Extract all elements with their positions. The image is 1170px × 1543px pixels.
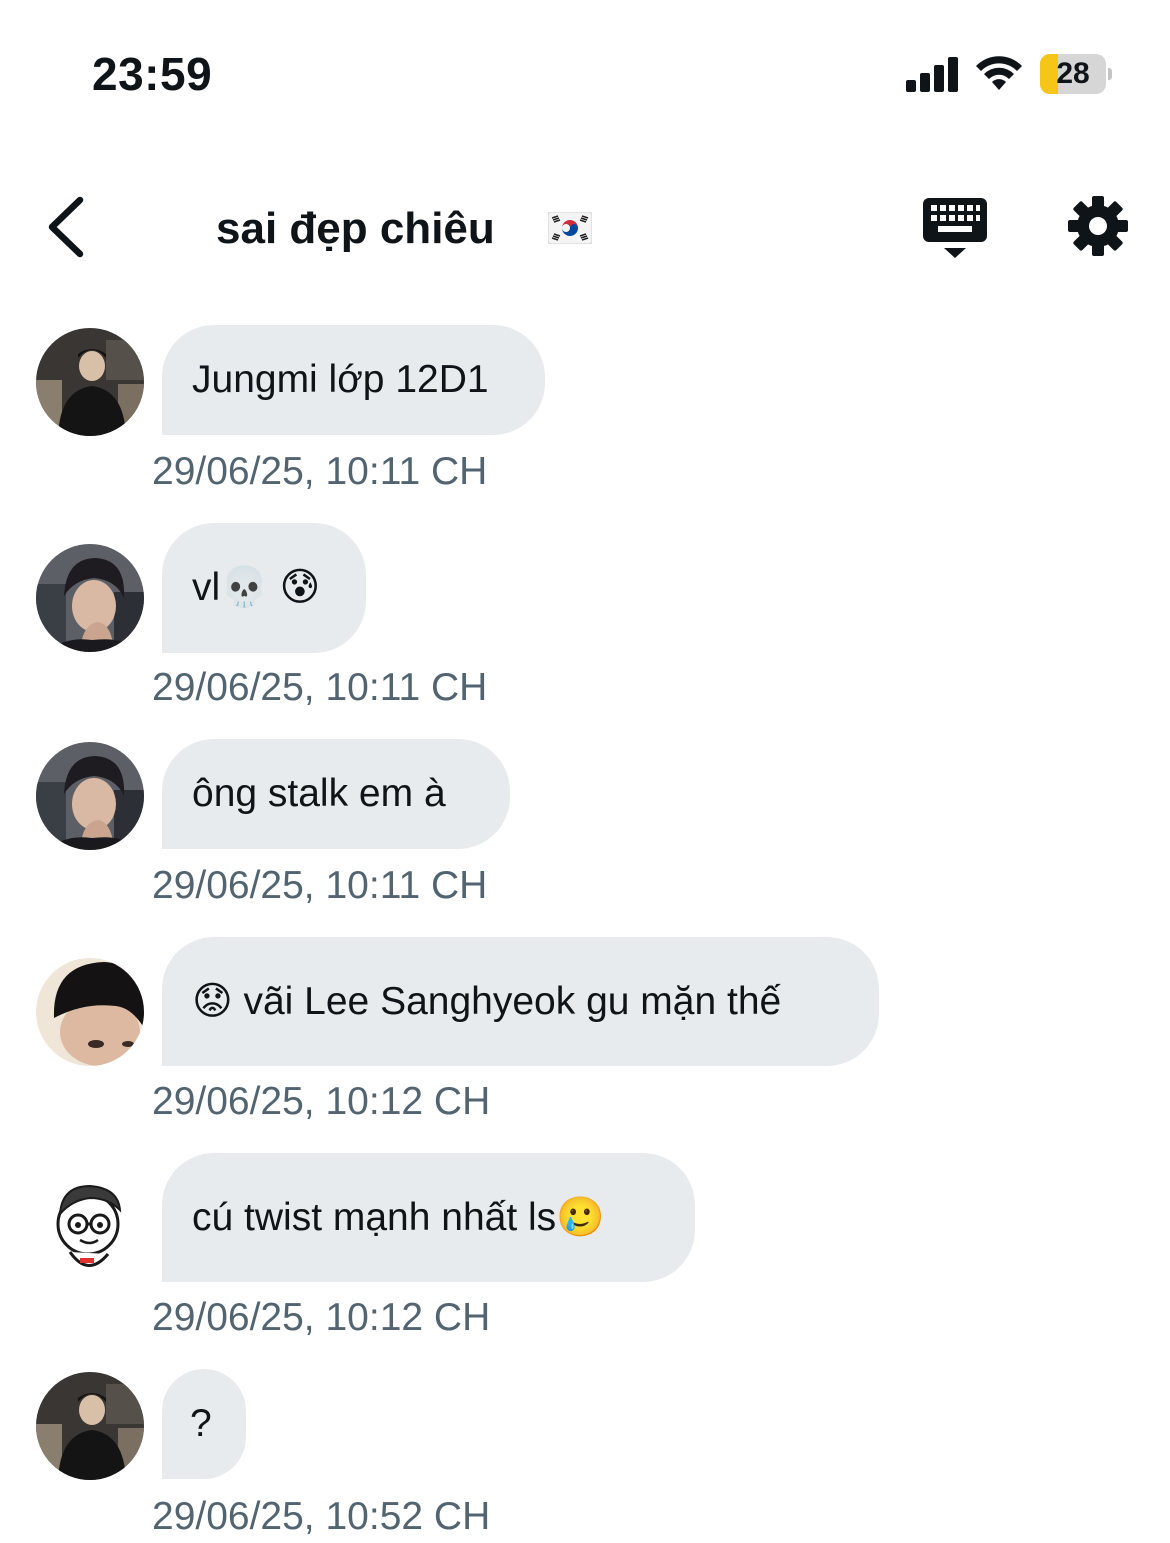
message-timestamp: 29/06/25, 10:11 CH: [152, 666, 488, 709]
message-timestamp: 29/06/25, 10:52 CH: [152, 1495, 491, 1538]
message-timestamp: 29/06/25, 10:11 CH: [152, 864, 488, 907]
message-timestamp: 29/06/25, 10:11 CH: [152, 450, 488, 493]
gear-icon[interactable]: [1066, 194, 1130, 258]
message-text: vl💀 😰: [192, 566, 321, 609]
message-timestamp: 29/06/25, 10:12 CH: [152, 1296, 491, 1339]
avatar-hand-face[interactable]: [36, 742, 144, 850]
keyboard-icon[interactable]: [920, 194, 990, 262]
south-korea-flag-icon: [548, 212, 592, 244]
message-text: ?: [190, 1402, 212, 1445]
wifi-icon: [976, 56, 1022, 90]
status-bar: 23:59 28: [0, 0, 1170, 150]
avatar-hand-face[interactable]: [36, 544, 144, 652]
avatar-dark-suit[interactable]: [36, 328, 144, 436]
back-chevron-icon[interactable]: [36, 192, 96, 262]
message-bubble[interactable]: cú twist mạnh nhất ls🥲: [162, 1153, 695, 1282]
message-bubble[interactable]: ông stalk em à: [162, 739, 510, 849]
message-bubble[interactable]: ?: [162, 1369, 246, 1479]
cellular-signal-icon: [906, 56, 960, 92]
battery-level: 28: [1056, 57, 1090, 90]
message-bubble[interactable]: 😟 vãi Lee Sanghyeok gu mặn thế: [162, 937, 879, 1066]
message-text: Jungmi lớp 12D1: [192, 358, 489, 401]
avatar-cartoon[interactable]: [36, 1174, 144, 1282]
conversation-title[interactable]: sai đẹp chiêu: [216, 200, 495, 258]
avatar-closeup[interactable]: [36, 958, 144, 1066]
message-bubble[interactable]: vl💀 😰: [162, 523, 366, 653]
message-text: ông stalk em à: [192, 772, 446, 815]
status-time: 23:59: [92, 48, 213, 100]
message-bubble[interactable]: Jungmi lớp 12D1: [162, 325, 545, 435]
battery-icon: 28: [1040, 54, 1112, 94]
message-text: 😟 vãi Lee Sanghyeok gu mặn thế: [192, 979, 782, 1023]
conversation-header: sai đẹp chiêu: [0, 170, 1170, 290]
message-text: cú twist mạnh nhất ls🥲: [192, 1195, 605, 1239]
avatar-dark-suit[interactable]: [36, 1372, 144, 1480]
message-timestamp: 29/06/25, 10:12 CH: [152, 1080, 491, 1123]
